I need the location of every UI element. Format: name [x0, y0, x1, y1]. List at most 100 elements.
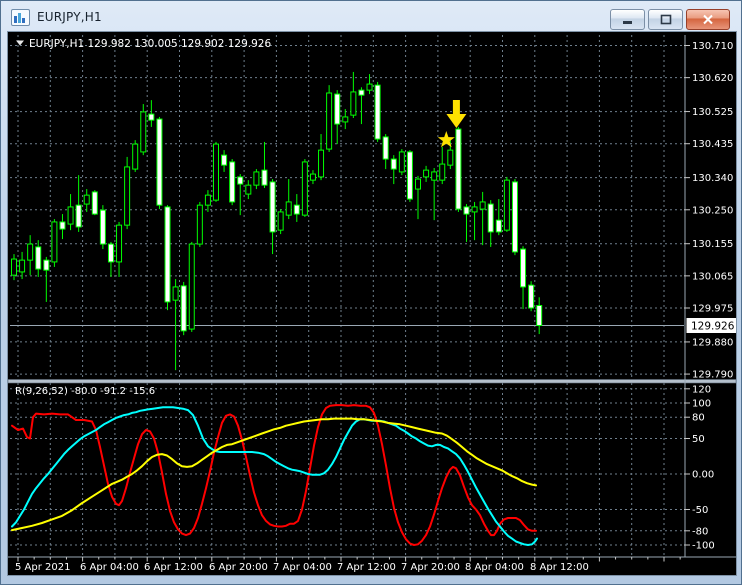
minimize-icon [622, 20, 632, 24]
bull-candle [124, 166, 131, 226]
bull-candle [253, 171, 260, 186]
bear-candle [536, 305, 543, 326]
close-icon [703, 14, 713, 25]
bear-candle [99, 209, 106, 245]
minimize-button[interactable] [610, 9, 645, 30]
bull-candle [11, 258, 17, 276]
bear-candle [35, 246, 42, 270]
oscillator-tick-label: -100 [692, 541, 715, 552]
price-tick-label: 129.880 [692, 337, 733, 348]
oscillator-tick-label: 120 [692, 384, 711, 395]
bear-candle [495, 219, 502, 233]
bull-candle [301, 161, 308, 216]
bear-candle [463, 206, 470, 215]
bull-candle [19, 259, 26, 273]
collapse-triangle-icon[interactable] [16, 40, 24, 46]
bull-candle [132, 143, 139, 170]
restore-button[interactable] [648, 9, 683, 30]
bull-candle [172, 286, 179, 301]
bull-candle [204, 194, 211, 206]
price-tick-label: 130.250 [692, 205, 733, 216]
time-tick-label: 7 Apr 20:00 [401, 562, 460, 573]
bull-candle [503, 179, 510, 231]
ohlc-header-text: EURJPY,H1 129.982 130.005 129.902 129.92… [29, 38, 271, 50]
oscillator-axis[interactable]: 120 100 80 50 0.00 -50 -80 -100 [684, 384, 715, 552]
time-axis[interactable]: 5 Apr 2021 6 Apr 04:00 6 Apr 12:00 6 Apr 20… [8, 556, 736, 573]
bear-candle [334, 93, 341, 125]
bull-candle [415, 178, 421, 190]
bull-candle [309, 173, 316, 181]
bull-candle [318, 149, 325, 178]
bear-candle [269, 181, 276, 233]
bear-candle [261, 169, 268, 186]
bear-candle [148, 113, 155, 121]
time-tick-label: 5 Apr 2021 [15, 562, 70, 573]
bear-candle [43, 259, 50, 271]
oscillator-tick-label: -80 [692, 526, 708, 537]
bull-candle [83, 194, 90, 205]
bull-candle [188, 243, 195, 330]
bear-candle [156, 118, 163, 206]
bear-candle [487, 203, 494, 233]
chart-canvas[interactable]: 130.710 130.620 130.525 130.435 130.340 130.2… [7, 32, 738, 575]
panel-splitter[interactable] [7, 379, 737, 384]
price-tick-label: 130.710 [692, 41, 733, 52]
bull-candle [277, 211, 284, 231]
price-tick-label: 129.975 [692, 304, 733, 315]
bull-candle [431, 171, 438, 181]
bull-candle [326, 92, 333, 150]
window-controls [610, 9, 730, 30]
bull-candle [439, 163, 446, 181]
bull-candle [366, 83, 373, 91]
bear-candle [59, 221, 66, 230]
signal-markers [437, 100, 467, 148]
oscillator-tick-label: 0.00 [692, 470, 714, 481]
bear-candle [293, 204, 300, 215]
oscillator-line-fast [11, 404, 537, 546]
bear-candle [390, 158, 397, 170]
price-tick-label: 130.525 [692, 107, 733, 118]
time-tick-label: 6 Apr 12:00 [144, 562, 203, 573]
time-tick-label: 8 Apr 04:00 [465, 562, 524, 573]
indicator-label: R(9,26,52) -80.0 -91.2 -15.6 [15, 386, 155, 397]
screenshot-root: { "window": { "title": "EURJPY,H1" }, "c… [0, 0, 742, 585]
bear-candle [91, 191, 98, 215]
bull-candle [423, 169, 430, 178]
bull-candle [27, 243, 34, 261]
bear-candle [374, 84, 381, 140]
price-tick-label: 130.155 [692, 239, 733, 250]
chart-area: 130.710 130.620 130.525 130.435 130.340 130.2… [7, 31, 738, 576]
star-icon [437, 131, 455, 148]
bull-candle [67, 206, 74, 225]
bull-candle [285, 201, 292, 216]
bull-candle [398, 151, 405, 173]
bull-candle [479, 201, 486, 210]
chart-ohlc-header: EURJPY,H1 129.982 130.005 129.902 129.92… [16, 38, 271, 50]
bear-candle [180, 285, 187, 332]
bear-candle [455, 128, 462, 210]
price-tick-label: 129.790 [692, 370, 733, 381]
bear-candle [511, 181, 518, 253]
bear-candle [406, 151, 413, 200]
bear-candle [358, 89, 365, 96]
title-bar[interactable]: EURJPY,H1 [3, 3, 739, 31]
bull-candle [342, 116, 349, 123]
price-tick-label: 130.620 [692, 73, 733, 84]
chart-window-icon [11, 8, 30, 26]
bull-candle [51, 221, 58, 263]
bull-candle [196, 204, 203, 245]
oscillator-tick-label: 100 [692, 399, 711, 410]
time-tick-label: 6 Apr 20:00 [209, 562, 268, 573]
oscillator-tick-label: -50 [692, 505, 708, 516]
bear-candle [382, 136, 389, 160]
oscillator-tick-label: 50 [692, 434, 705, 445]
bear-candle [528, 284, 535, 309]
oscillator-line-mid [11, 406, 538, 546]
price-tick-label: 130.340 [692, 173, 733, 184]
window-title: EURJPY,H1 [37, 10, 102, 24]
bear-candle [237, 176, 244, 185]
restore-icon [660, 14, 671, 25]
grid-lines [10, 35, 684, 556]
price-tick-label: 130.065 [692, 271, 733, 282]
close-button[interactable] [686, 9, 730, 30]
